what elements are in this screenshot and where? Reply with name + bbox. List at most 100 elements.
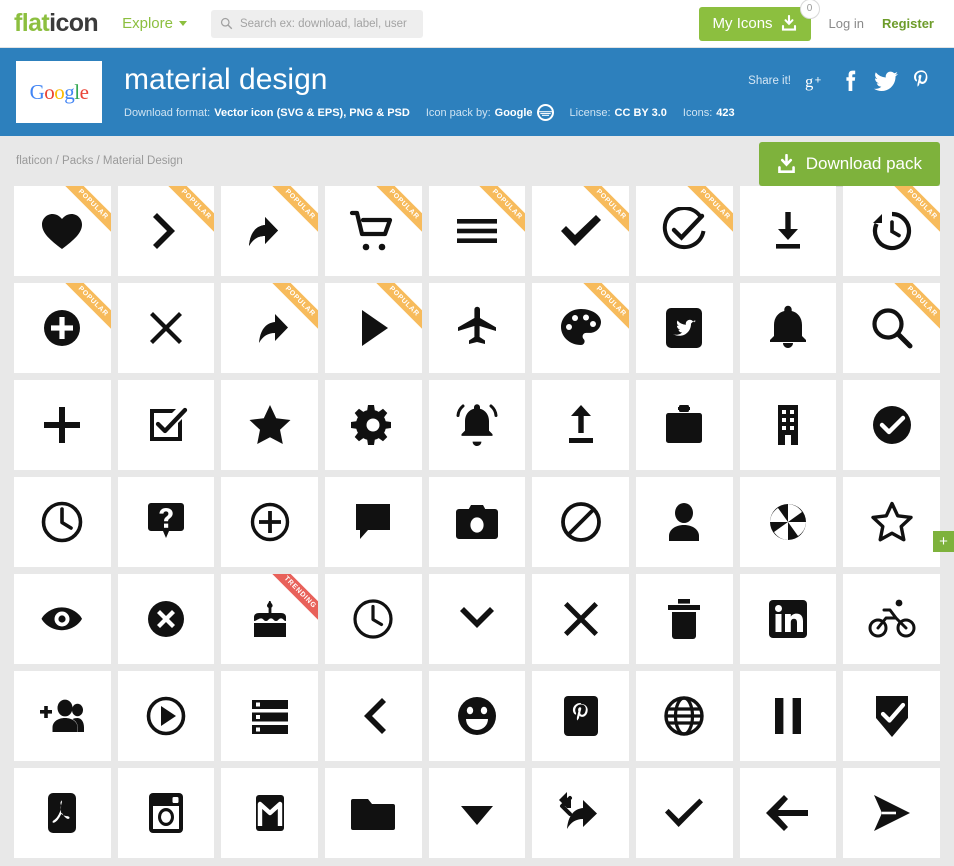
palette-icon	[557, 304, 605, 352]
icon-cell-help-question-icon[interactable]	[117, 477, 215, 567]
clock-outline-icon	[349, 595, 397, 643]
icon-cell-download-icon[interactable]	[739, 186, 837, 276]
icon-cell-check-circle-filled-icon[interactable]	[843, 380, 940, 470]
icon-cell-chevron-left-icon[interactable]	[324, 671, 422, 761]
download-pack-button[interactable]: Download pack	[758, 142, 940, 186]
icon-cell-trash-icon[interactable]	[635, 574, 733, 664]
icon-cell-check-icon[interactable]: POPULAR	[532, 186, 629, 276]
visibility-eye-icon	[38, 595, 86, 643]
chevron-down-icon	[178, 21, 187, 26]
icon-cell-visibility-eye-icon[interactable]	[14, 574, 111, 664]
icon-cell-play-arrow-icon[interactable]: POPULAR	[324, 283, 422, 373]
icon-cell-pinterest-icon[interactable]	[532, 671, 629, 761]
icon-cell-clock-icon[interactable]	[14, 477, 111, 567]
icon-cell-camera-icon[interactable]	[428, 477, 526, 567]
icon-cell-palette-icon[interactable]: POPULAR	[532, 283, 629, 373]
icon-cell-check-mark-icon[interactable]	[635, 768, 733, 858]
icon-cell-settings-gear-icon[interactable]	[324, 380, 422, 470]
icon-cell-chevron-down-icon[interactable]	[428, 574, 526, 664]
chevron-down-icon	[453, 595, 501, 643]
flaticon-logo[interactable]: flaticon	[14, 9, 99, 38]
icon-pack-by-value[interactable]: Google	[495, 107, 533, 119]
icon-cell-briefcase-icon[interactable]	[635, 380, 733, 470]
pack-banner: Google material design Download format: …	[0, 48, 954, 136]
pinterest-icon	[557, 692, 605, 740]
icon-cell-close-circle-icon[interactable]	[117, 574, 215, 664]
add-circle-icon	[38, 304, 86, 352]
icon-cell-play-circle-icon[interactable]	[117, 671, 215, 761]
icon-cell-bell-active-icon[interactable]	[428, 380, 526, 470]
download-icon	[781, 15, 796, 31]
icon-cell-close-x-icon[interactable]	[532, 574, 629, 664]
check-circle-filled-icon	[868, 401, 916, 449]
icon-cell-close-icon[interactable]	[117, 283, 215, 373]
icon-cell-globe-icon[interactable]	[635, 671, 733, 761]
icon-cell-arrow-back-icon[interactable]	[739, 768, 837, 858]
icon-cell-aperture-icon[interactable]	[739, 477, 837, 567]
google-plus-icon[interactable]: g +	[805, 71, 826, 92]
add-more-tab-button[interactable]: +	[933, 531, 954, 552]
icon-cell-verified-shield-icon[interactable]	[843, 671, 940, 761]
icon-cell-instagram-icon[interactable]	[117, 768, 215, 858]
icon-cell-folder-icon[interactable]	[324, 768, 422, 858]
icon-cell-add-person-icon[interactable]	[14, 671, 111, 761]
icon-cell-shopping-cart-icon[interactable]: POPULAR	[324, 186, 422, 276]
icon-cell-business-building-icon[interactable]	[739, 380, 837, 470]
icon-cell-smiley-face-icon[interactable]	[428, 671, 526, 761]
aperture-icon	[764, 498, 812, 546]
icon-cell-send-icon[interactable]	[843, 768, 940, 858]
icon-cell-star-icon[interactable]	[221, 380, 318, 470]
globe-icon	[660, 692, 708, 740]
login-link[interactable]: Log in	[829, 16, 864, 31]
arrow-back-icon	[764, 789, 812, 837]
search-input[interactable]: Search ex: download, label, user	[210, 9, 423, 38]
icon-cell-heart-icon[interactable]: POPULAR	[14, 186, 111, 276]
icon-cell-reply-all-icon[interactable]	[532, 768, 629, 858]
icon-cell-person-icon[interactable]	[635, 477, 733, 567]
explore-menu[interactable]: Explore	[122, 15, 187, 32]
license-label: License:	[569, 106, 611, 119]
icon-cell-plus-icon[interactable]	[14, 380, 111, 470]
icon-cell-forward-icon[interactable]: POPULAR	[221, 283, 318, 373]
briefcase-icon	[660, 401, 708, 449]
reply-all-icon	[557, 789, 605, 837]
breadcrumb[interactable]: flaticon / Packs / Material Design	[16, 155, 183, 167]
icon-cell-flight-icon[interactable]	[428, 283, 526, 373]
icon-cell-add-circle-outline-icon[interactable]	[221, 477, 318, 567]
license-value[interactable]: CC BY 3.0	[615, 107, 667, 119]
icon-cell-twitter-icon[interactable]	[635, 283, 733, 373]
icon-cell-bike-icon[interactable]	[843, 574, 940, 664]
icon-cell-arrow-drop-down-icon[interactable]	[428, 768, 526, 858]
icon-pack-by-label: Icon pack by:	[425, 106, 491, 119]
icon-cell-chevron-right-icon[interactable]: POPULAR	[117, 186, 215, 276]
icon-cell-comment-icon[interactable]	[324, 477, 422, 567]
icon-cell-star-outline-icon[interactable]	[843, 477, 940, 567]
icon-cell-gmail-icon[interactable]	[221, 768, 318, 858]
icon-cell-check-circle-outline-icon[interactable]: POPULAR	[635, 186, 733, 276]
close-circle-icon	[142, 595, 190, 643]
icon-cell-note-check-icon[interactable]	[117, 380, 215, 470]
icon-cell-reply-icon[interactable]: POPULAR	[221, 186, 318, 276]
icon-cell-upload-icon[interactable]	[532, 380, 629, 470]
icon-cell-cake-icon[interactable]: TRENDING	[221, 574, 318, 664]
icon-cell-search-icon[interactable]: POPULAR	[843, 283, 940, 373]
twitter-icon[interactable]	[874, 71, 898, 92]
icon-cell-add-circle-icon[interactable]: POPULAR	[14, 283, 111, 373]
icon-cell-menu-icon[interactable]: POPULAR	[428, 186, 526, 276]
pinterest-icon[interactable]	[912, 70, 932, 92]
icon-cell-history-icon[interactable]: POPULAR	[843, 186, 940, 276]
icon-cell-pause-icon[interactable]	[739, 671, 837, 761]
icon-cell-block-icon[interactable]	[532, 477, 629, 567]
share-group: Share it! g +	[748, 70, 932, 92]
my-icons-button[interactable]: My Icons 0	[698, 0, 820, 41]
comment-icon	[349, 498, 397, 546]
icon-cell-pdf-icon[interactable]	[14, 768, 111, 858]
facebook-icon[interactable]	[840, 70, 860, 92]
icon-cell-linkedin-icon[interactable]	[739, 574, 837, 664]
icon-cell-bell-icon[interactable]	[739, 283, 837, 373]
icon-cell-clock-outline-icon[interactable]	[324, 574, 422, 664]
register-link[interactable]: Register	[882, 16, 934, 31]
add-circle-outline-icon	[246, 498, 294, 546]
icon-cell-storage-list-icon[interactable]	[221, 671, 318, 761]
flaticon-seal-icon	[536, 104, 554, 122]
